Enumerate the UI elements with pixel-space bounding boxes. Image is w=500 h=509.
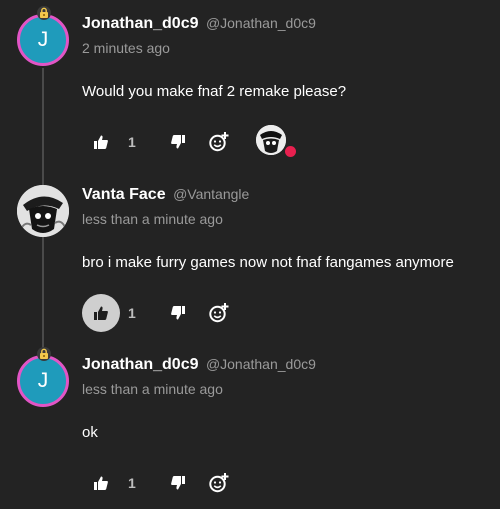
author-handle[interactable]: @Jonathan_d0c9 (206, 15, 316, 31)
thumbs-down-icon (171, 135, 185, 149)
like-count: 1 (128, 134, 136, 150)
reaction-indicator (285, 146, 296, 157)
dislike-button[interactable] (159, 123, 197, 161)
avatar[interactable]: J (17, 6, 69, 66)
add-reaction-icon (209, 303, 229, 323)
author-name[interactable]: Jonathan_d0c9 (82, 15, 198, 32)
add-reaction-icon (209, 132, 229, 152)
add-reaction-icon (209, 473, 229, 493)
timestamp: less than a minute ago (82, 381, 223, 397)
author-handle[interactable]: @Vantangle (173, 186, 249, 202)
avatar[interactable]: J (17, 347, 69, 407)
comment-header: Jonathan_d0c9 @Jonathan_d0c9 (82, 15, 316, 33)
like-button[interactable] (82, 464, 120, 502)
like-count: 1 (128, 305, 136, 321)
comment-header: Jonathan_d0c9 @Jonathan_d0c9 (82, 356, 316, 374)
comment-text: Would you make fnaf 2 remake please? (82, 83, 347, 100)
like-button[interactable] (82, 123, 120, 161)
avatar-letter: J (17, 14, 69, 66)
avatar[interactable] (17, 185, 69, 237)
reaction-avatar-image (256, 125, 286, 155)
author-name[interactable]: Vanta Face (82, 186, 166, 203)
add-reaction-button[interactable] (200, 464, 238, 502)
lock-badge-icon (37, 6, 51, 20)
comment-header: Vanta Face @Vantangle (82, 186, 249, 204)
comment-actions: 1 (82, 294, 342, 332)
like-count: 1 (128, 475, 136, 491)
comment-actions: 1 (82, 464, 342, 502)
timestamp: less than a minute ago (82, 211, 223, 227)
add-reaction-button[interactable] (200, 123, 238, 161)
add-reaction-button[interactable] (200, 294, 238, 332)
comment-text: ok (82, 424, 98, 441)
thumbs-up-icon (94, 135, 108, 149)
dislike-button[interactable] (159, 464, 197, 502)
like-button[interactable] (82, 294, 120, 332)
author-name[interactable]: Jonathan_d0c9 (82, 356, 198, 373)
thumbs-up-icon (94, 306, 108, 320)
dislike-button[interactable] (159, 294, 197, 332)
thumbs-down-icon (171, 476, 185, 490)
comment-text: bro i make furry games now not fnaf fang… (82, 254, 454, 271)
vanta-face-avatar (17, 185, 69, 237)
reaction-avatar[interactable] (256, 125, 286, 155)
avatar-image (17, 185, 69, 237)
author-handle[interactable]: @Jonathan_d0c9 (206, 356, 316, 372)
thumbs-up-icon (94, 476, 108, 490)
comment-actions: 1 (82, 123, 342, 161)
timestamp: 2 minutes ago (82, 40, 170, 56)
lock-badge-icon (37, 347, 51, 361)
thumbs-down-icon (171, 306, 185, 320)
avatar-letter: J (17, 355, 69, 407)
